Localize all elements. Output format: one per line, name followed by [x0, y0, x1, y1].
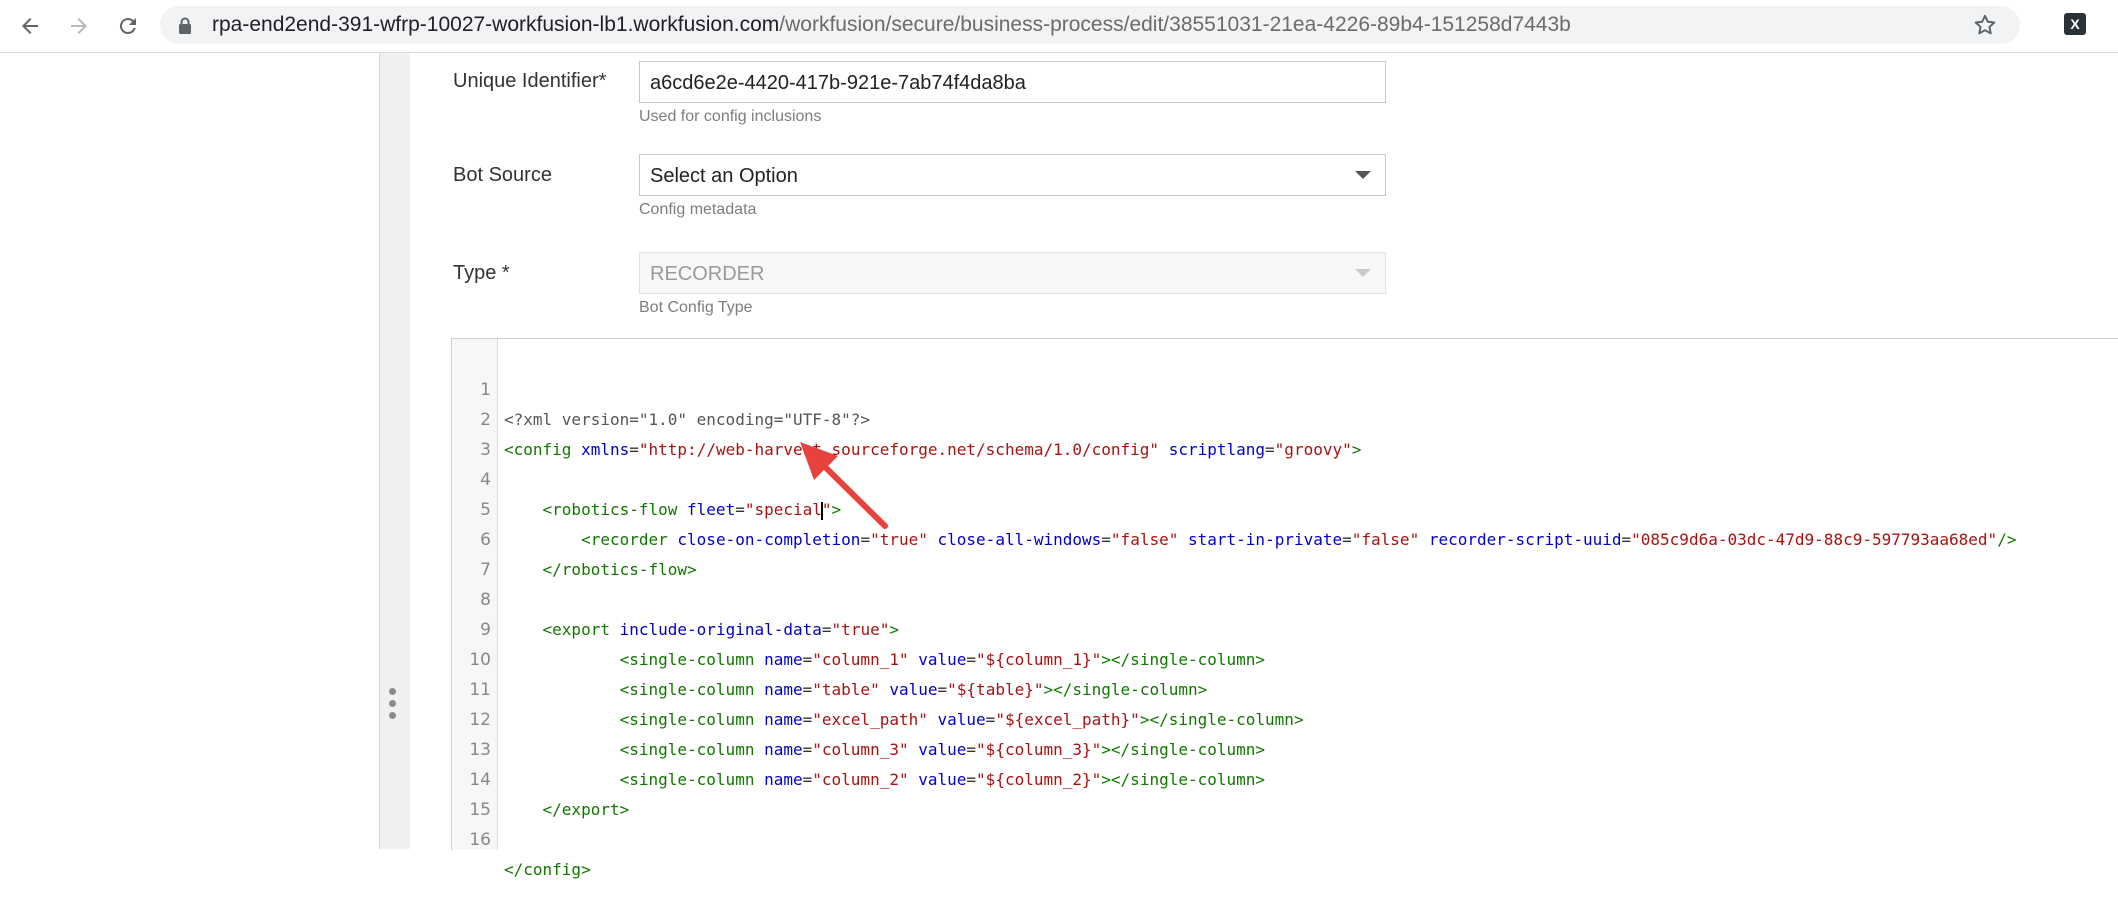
code-line: 8 <export include-original-data="true"> — [452, 555, 2118, 639]
code-line: 3 — [452, 405, 2118, 460]
left-panel — [0, 53, 380, 849]
chevron-down-icon — [1355, 269, 1371, 277]
reload-icon — [119, 18, 136, 35]
code-line: 7 — [452, 525, 2118, 580]
type-label: Type * — [453, 262, 510, 284]
code-line: 5 <recorder close-on-completion="true" c… — [452, 465, 2118, 549]
code-line: 10 <single-column name="table" value="${… — [452, 615, 2118, 699]
chevron-down-icon — [1355, 171, 1371, 179]
annotation-arrow-icon — [800, 442, 888, 529]
back-button[interactable] — [12, 8, 48, 44]
url-host: rpa-end2end-391-wfrp-10027-workfusion-lb… — [212, 13, 780, 36]
bot-source-select[interactable]: Select an Option — [639, 154, 1386, 196]
code-line: 11 <single-column name="excel_path" valu… — [452, 645, 2118, 729]
bot-source-hint: Config metadata — [639, 201, 757, 218]
forward-arrow-icon — [71, 18, 87, 34]
bookmark-star-icon[interactable] — [1972, 12, 1998, 38]
unique-identifier-hint: Used for config inclusions — [639, 108, 822, 125]
code-line: 2 <config xmlns="http://web-harvest.sour… — [452, 375, 2118, 459]
code-line: 15 — [452, 765, 2118, 820]
url-text: rpa-end2end-391-wfrp-10027-workfusion-lb… — [212, 14, 1571, 36]
panel-splitter[interactable] — [380, 53, 410, 849]
code-line: 6 </robotics-flow> — [452, 495, 2118, 579]
type-value: RECORDER — [650, 263, 765, 285]
code-line: 9 <single-column name="column_1" value="… — [452, 585, 2118, 669]
code-line: 14 </export> — [452, 735, 2118, 819]
line-number: 16 — [469, 830, 491, 850]
unique-identifier-input[interactable]: a6cd6e2e-4420-417b-921e-7ab74f4da8ba — [639, 61, 1386, 103]
code-line: 1 <?xml version="1.0" encoding="UTF-8"?> — [452, 345, 2118, 429]
type-hint: Bot Config Type — [639, 299, 753, 316]
back-arrow-icon — [22, 18, 38, 34]
code-line: 4 <robotics-flow fleet="special"> — [452, 435, 2118, 520]
reload-button[interactable] — [110, 8, 146, 44]
bot-source-label: Bot Source — [453, 164, 552, 186]
address-bar[interactable]: rpa-end2end-391-wfrp-10027-workfusion-lb… — [160, 6, 2020, 44]
drag-handle-icon[interactable] — [389, 688, 397, 722]
bot-source-value: Select an Option — [650, 165, 798, 187]
type-select: RECORDER — [639, 252, 1386, 294]
code-line: 16 </config> — [452, 795, 2118, 879]
code-line: 13 <single-column name="column_2" value=… — [452, 705, 2118, 789]
xml-code-editor[interactable]: 1 <?xml version="1.0" encoding="UTF-8"?>… — [451, 338, 2118, 879]
forward-button[interactable] — [61, 8, 97, 44]
code-line: 12 <single-column name="column_3" value=… — [452, 675, 2118, 759]
unique-identifier-label: Unique Identifier* — [453, 70, 607, 92]
lock-icon — [179, 17, 191, 34]
xml-tag: </config> — [504, 860, 591, 879]
browser-toolbar: rpa-end2end-391-wfrp-10027-workfusion-lb… — [0, 0, 2118, 53]
url-path: /workfusion/secure/business-process/edit… — [779, 13, 1571, 36]
extension-icon[interactable]: X — [2064, 13, 2086, 35]
